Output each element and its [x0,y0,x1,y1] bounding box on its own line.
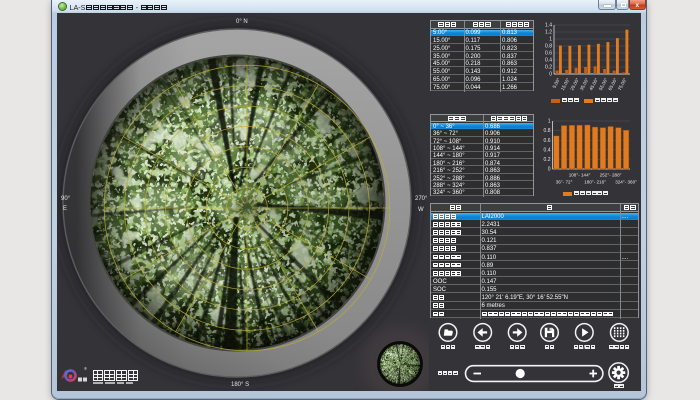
svg-text:0: 0 [549,72,552,78]
svg-text:1: 1 [549,37,552,43]
svg-text:108°- 144°: 108°- 144° [569,173,591,178]
svg-text:0.4: 0.4 [544,147,551,153]
svg-text:0.2: 0.2 [545,65,552,71]
svg-text:0.8: 0.8 [545,44,552,50]
svg-text:75.00°: 75.00° [617,77,628,91]
svg-text:5.00°: 5.00° [552,77,562,89]
svg-text:0.8: 0.8 [544,128,551,134]
svg-text:0.4: 0.4 [545,58,552,64]
svg-text:180°- 216°: 180°- 216° [584,180,606,185]
svg-text:252°- 288°: 252°- 288° [600,173,622,178]
svg-text:0.6: 0.6 [544,138,551,144]
svg-text:1.2: 1.2 [545,30,552,36]
svg-text:36°- 72°: 36°- 72° [556,180,573,185]
svg-text:0.2: 0.2 [544,157,551,163]
svg-text:324°- 360°: 324°- 360° [615,180,637,185]
svg-text:1: 1 [548,119,551,125]
svg-text:0: 0 [548,167,551,173]
svg-text:0.6: 0.6 [545,51,552,57]
svg-text:1.4: 1.4 [545,23,552,29]
